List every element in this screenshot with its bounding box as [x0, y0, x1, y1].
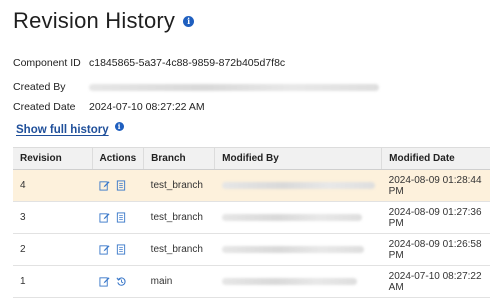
- table-row[interactable]: 4 test_branch 2024-08-09 01:28:44 PM: [13, 169, 490, 202]
- table-row[interactable]: 2 test_branch 2024-08-09 01:26:58 PM: [13, 233, 490, 266]
- modified-date-cell: 2024-08-09 01:28:44 PM: [381, 169, 490, 202]
- modified-date-cell: 2024-08-09 01:26:58 PM: [381, 233, 490, 266]
- created-by-label: Created By: [13, 81, 66, 93]
- revision-table: Revision Actions Branch Modified By Modi…: [13, 147, 490, 298]
- modified-by-redacted: [221, 245, 364, 253]
- view-document-icon[interactable]: [116, 244, 126, 255]
- branch-cell: test_branch: [143, 201, 215, 234]
- branch-cell: test_branch: [143, 233, 215, 266]
- modified-by-cell: [214, 201, 382, 234]
- restore-icon[interactable]: [116, 276, 127, 287]
- revision-cell: 2: [13, 233, 92, 266]
- view-document-icon[interactable]: [116, 180, 126, 191]
- title-row: Revision History i: [13, 8, 195, 34]
- component-id-row: Component ID c1845865-5a37-4c88-9859-872b…: [13, 57, 285, 69]
- component-id-label: Component ID: [13, 57, 81, 69]
- column-header-revision[interactable]: Revision: [13, 147, 93, 170]
- table-row[interactable]: 3 test_branch 2024-08-09 01:27:36 PM: [13, 201, 490, 234]
- column-header-modified-date[interactable]: Modified Date: [381, 147, 490, 170]
- page-title: Revision History: [13, 8, 176, 33]
- show-full-history-link[interactable]: Show full history: [16, 124, 109, 136]
- actions-cell: [92, 265, 144, 298]
- edit-icon[interactable]: [99, 212, 110, 223]
- view-document-icon[interactable]: [116, 212, 126, 223]
- modified-by-redacted: [221, 277, 357, 285]
- modified-by-redacted: [221, 181, 375, 189]
- actions-cell: [92, 201, 144, 234]
- created-by-value-redacted: [89, 83, 379, 91]
- revision-cell: 3: [13, 201, 92, 234]
- edit-icon[interactable]: [99, 276, 110, 287]
- actions-cell: [92, 233, 144, 266]
- created-date-value: 2024-07-10 08:27:22 AM: [89, 101, 205, 113]
- modified-by-redacted: [221, 213, 362, 221]
- actions-cell: [92, 169, 144, 202]
- created-date-row: Created Date 2024-07-10 08:27:22 AM: [13, 101, 205, 113]
- created-by-row: Created By: [13, 81, 379, 93]
- revision-cell: 4: [13, 169, 92, 202]
- column-header-modified-by[interactable]: Modified By: [214, 147, 383, 170]
- created-date-label: Created Date: [13, 101, 76, 113]
- branch-cell: test_branch: [143, 169, 215, 202]
- component-id-value: c1845865-5a37-4c88-9859-872b405d7f8c: [89, 57, 286, 69]
- show-full-history-row: Show full history i: [16, 121, 124, 136]
- modified-date-cell: 2024-08-09 01:27:36 PM: [381, 201, 490, 234]
- branch-cell: main: [143, 265, 215, 298]
- info-icon[interactable]: i: [114, 121, 124, 131]
- modified-by-cell: [214, 169, 382, 202]
- edit-icon[interactable]: [99, 244, 110, 255]
- table-row[interactable]: 1 main 2024-07-10 08:27:22 AM: [13, 265, 490, 298]
- modified-date-cell: 2024-07-10 08:27:22 AM: [381, 265, 490, 298]
- table-header-row: Revision Actions Branch Modified By Modi…: [13, 147, 490, 170]
- column-header-branch[interactable]: Branch: [143, 147, 216, 170]
- edit-icon[interactable]: [99, 180, 110, 191]
- info-icon[interactable]: i: [183, 15, 195, 27]
- revision-cell: 1: [13, 265, 92, 298]
- modified-by-cell: [214, 265, 382, 298]
- column-header-actions: Actions: [92, 147, 145, 170]
- modified-by-cell: [214, 233, 382, 266]
